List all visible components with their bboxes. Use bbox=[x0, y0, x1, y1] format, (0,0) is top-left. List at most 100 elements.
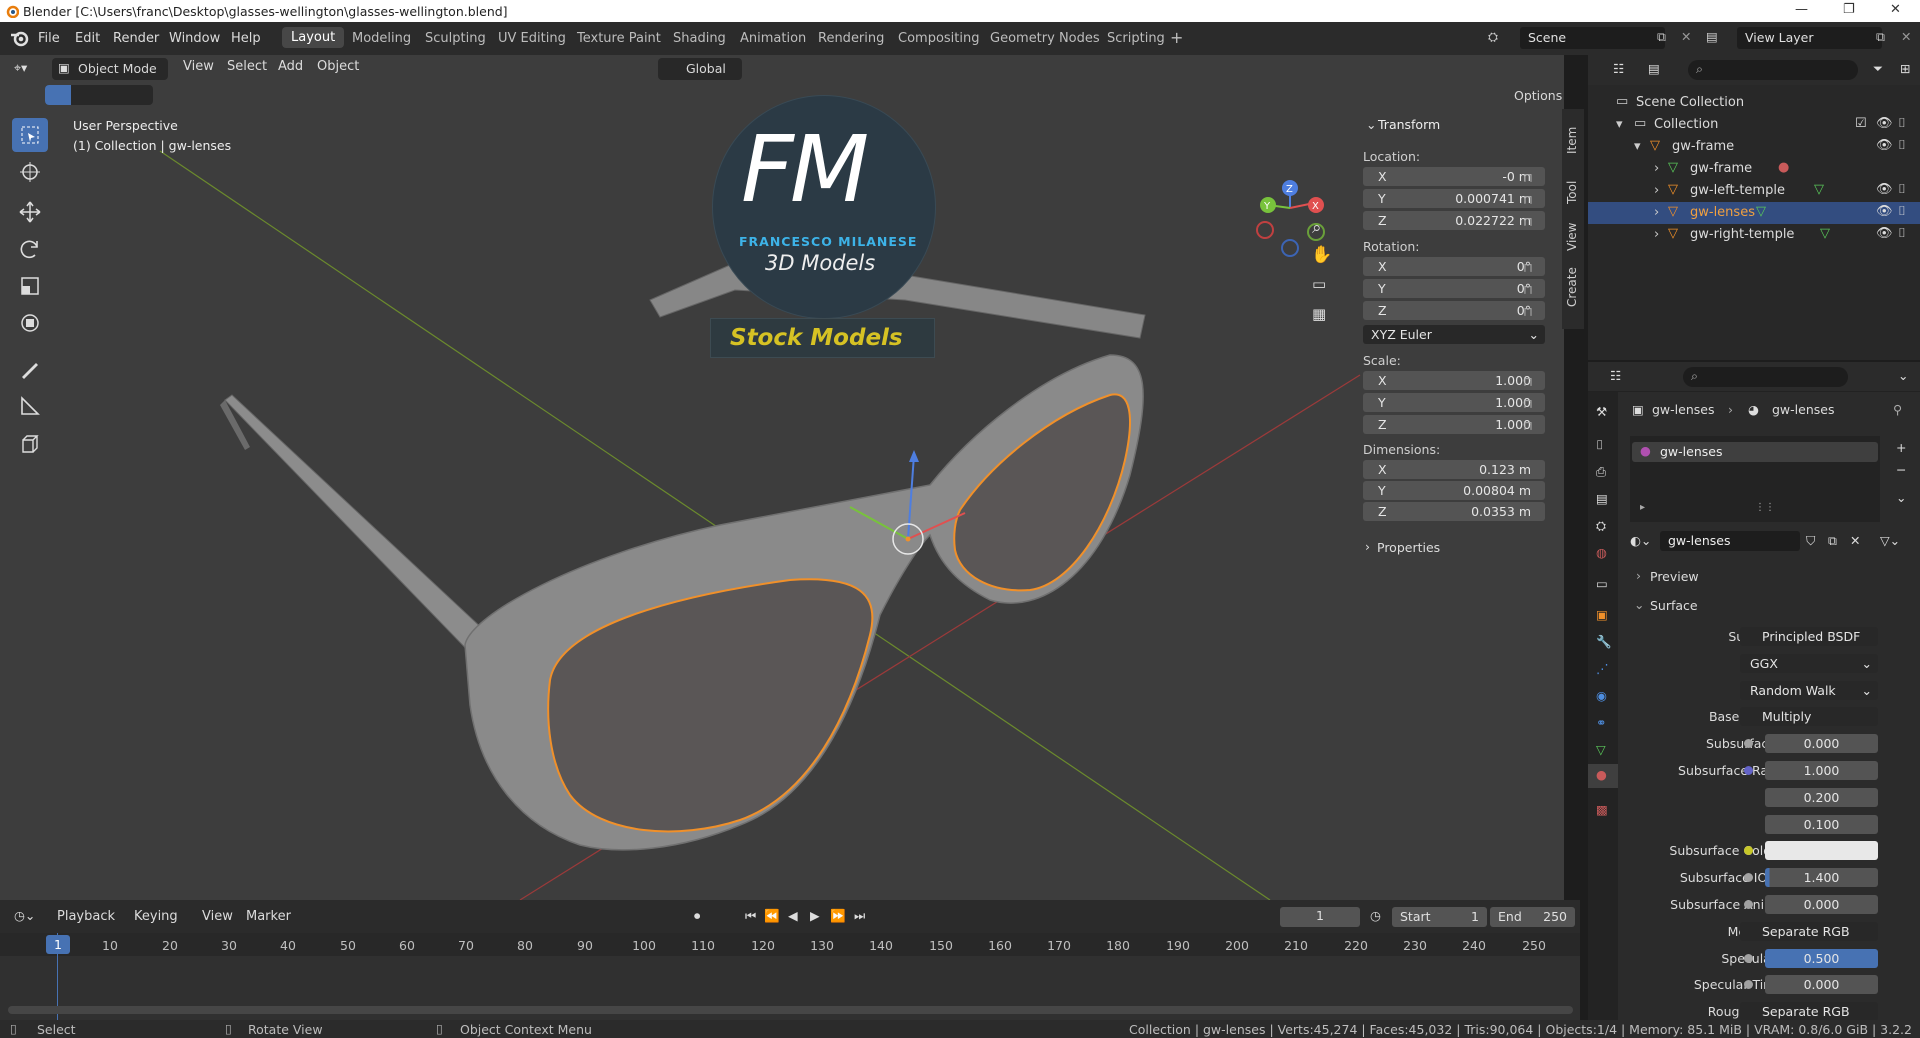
physics-tab-icon[interactable]: ◉ bbox=[1596, 688, 1607, 703]
render-tab-icon[interactable]: ⌷ bbox=[1596, 437, 1604, 453]
menu-window[interactable]: Window bbox=[169, 31, 220, 46]
scale-tool[interactable] bbox=[12, 269, 48, 303]
delete-view-layer-icon[interactable]: ✕ bbox=[1901, 29, 1911, 44]
menu-file[interactable]: File bbox=[38, 31, 60, 46]
outliner-item-gw-lenses[interactable]: › ▽ gw-lenses ▽ 👁 ⌷ bbox=[1588, 202, 1920, 224]
scene-icon[interactable]: ⛭ bbox=[1488, 29, 1498, 45]
menu-edit[interactable]: Edit bbox=[75, 31, 100, 46]
object-tab-icon[interactable]: ▣ bbox=[1596, 607, 1608, 622]
tab-texture-paint[interactable]: Texture Paint bbox=[577, 31, 661, 46]
remove-slot-icon[interactable]: − bbox=[1896, 462, 1906, 477]
eye-icon[interactable]: 👁 bbox=[1876, 182, 1893, 197]
measure-tool[interactable] bbox=[12, 389, 48, 423]
timeline-ruler[interactable]: 1102030405060708090100110120130140150160… bbox=[0, 933, 1580, 956]
lock-icon[interactable]: ⊓ bbox=[1523, 260, 1537, 275]
outliner-type-icon[interactable]: ☷ bbox=[1613, 61, 1624, 76]
tab-geometry-nodes[interactable]: Geometry Nodes bbox=[990, 31, 1100, 46]
menu-timeline-view[interactable]: View bbox=[202, 909, 233, 924]
prop-node-link[interactable]: Multiply bbox=[1740, 707, 1878, 726]
zoom-icon[interactable]: ⌕ bbox=[1312, 218, 1322, 238]
menu-object[interactable]: Object bbox=[317, 59, 359, 74]
tab-compositing[interactable]: Compositing bbox=[898, 31, 980, 46]
jump-end-icon[interactable]: ⏭ bbox=[854, 908, 865, 924]
pin-icon[interactable]: ⚲ bbox=[1893, 402, 1902, 417]
prop-dropdown[interactable]: GGX ⌄ bbox=[1740, 654, 1878, 673]
prop-number-field[interactable]: 0.000 bbox=[1765, 734, 1878, 753]
prop-node-link[interactable]: Separate RGB bbox=[1740, 1002, 1878, 1021]
socket-dot-icon[interactable] bbox=[1744, 980, 1753, 989]
menu-render[interactable]: Render bbox=[113, 31, 159, 46]
slot-menu-icon[interactable]: ⌄ bbox=[1896, 490, 1906, 505]
properties-subpanel[interactable]: Properties bbox=[1377, 540, 1440, 555]
checkbox-icon[interactable]: ☑ bbox=[1855, 116, 1867, 131]
view-layer-tab-icon[interactable]: ▤ bbox=[1596, 491, 1608, 506]
socket-dot-icon[interactable] bbox=[1744, 846, 1753, 855]
lock-icon[interactable]: ⊓ bbox=[1523, 396, 1537, 411]
menu-playback[interactable]: Playback bbox=[57, 909, 115, 924]
material-browse-icon[interactable]: ◐⌄ bbox=[1630, 533, 1651, 548]
rotation-x-field[interactable]: X 0° bbox=[1363, 257, 1545, 276]
rotation-mode-dropdown[interactable]: XYZ Euler ⌄ bbox=[1363, 325, 1545, 344]
prev-keyframe-icon[interactable]: ⏪ bbox=[764, 908, 780, 924]
rotation-y-field[interactable]: Y 0° bbox=[1363, 279, 1545, 298]
outliner-scene-collection[interactable]: ▭ Scene Collection bbox=[1588, 92, 1920, 114]
record-icon[interactable]: ⏺ bbox=[694, 908, 700, 924]
dimension-y-field[interactable]: Y 0.00804 m bbox=[1363, 481, 1545, 500]
filter-icon[interactable]: ⏷ bbox=[1873, 61, 1883, 77]
lock-icon[interactable]: ⊓ bbox=[1523, 214, 1537, 229]
prop-number-field[interactable]: 0.100 bbox=[1765, 815, 1878, 834]
duplicate-material-icon[interactable]: ⧉ bbox=[1828, 533, 1837, 549]
outliner-item-gw-right-temple[interactable]: › ▽ gw-right-temple ▽ 👁 ⌷ bbox=[1588, 224, 1920, 246]
options-chevron-icon[interactable]: ⌄ bbox=[1898, 368, 1908, 383]
material-name-field[interactable]: gw-lenses bbox=[1660, 531, 1800, 551]
properties-search-input[interactable]: ⌕ bbox=[1683, 367, 1848, 387]
scale-x-field[interactable]: X 1.000 bbox=[1363, 371, 1545, 390]
tab-animation[interactable]: Animation bbox=[740, 31, 806, 46]
camera-icon[interactable]: ⌷ bbox=[1898, 226, 1906, 241]
cursor-tool[interactable] bbox=[12, 155, 48, 189]
rotation-z-field[interactable]: Z 0° bbox=[1363, 301, 1545, 320]
prop-dropdown[interactable]: Random Walk ⌄ bbox=[1740, 681, 1878, 700]
unlink-material-icon[interactable]: ✕ bbox=[1850, 533, 1860, 548]
mode-selector[interactable]: ▣ Object Mode bbox=[52, 58, 168, 80]
view-layer-icon[interactable]: ▤ bbox=[1706, 29, 1718, 44]
outliner-item-gw-frame[interactable]: ▾ ▽ gw-frame 👁 ⌷ bbox=[1588, 136, 1920, 158]
lock-icon[interactable]: ⊓ bbox=[1523, 170, 1537, 185]
menu-add[interactable]: Add bbox=[278, 59, 303, 74]
lock-icon[interactable]: ⊓ bbox=[1523, 282, 1537, 297]
preview-panel[interactable]: Preview bbox=[1650, 569, 1699, 584]
tab-view[interactable]: View bbox=[1565, 223, 1579, 251]
prop-node-link[interactable]: Separate RGB bbox=[1740, 922, 1878, 941]
eye-icon[interactable]: 👁 bbox=[1876, 116, 1893, 131]
prop-number-field[interactable]: 0.000 bbox=[1765, 895, 1878, 914]
outliner-search-input[interactable]: ⌕ bbox=[1688, 60, 1858, 80]
tab-uv-editing[interactable]: UV Editing bbox=[498, 31, 566, 46]
play-reverse-icon[interactable]: ◀ bbox=[788, 908, 798, 923]
pan-hand-icon[interactable]: ✋ bbox=[1311, 245, 1332, 265]
material-tab[interactable]: ● bbox=[1588, 764, 1618, 788]
select-box-tool[interactable] bbox=[12, 118, 48, 152]
list-grip-icon[interactable]: ⋮⋮ bbox=[1755, 502, 1775, 513]
collection-tab-icon[interactable]: ▭ bbox=[1596, 576, 1608, 591]
menu-keying[interactable]: Keying bbox=[134, 909, 178, 924]
display-mode-icon[interactable]: ▤ bbox=[1648, 61, 1660, 76]
add-slot-icon[interactable]: + bbox=[1896, 440, 1906, 455]
camera-icon[interactable]: ⌷ bbox=[1898, 204, 1906, 219]
play-icon[interactable]: ▶ bbox=[810, 908, 820, 923]
ortho-grid-icon[interactable]: ▦ bbox=[1312, 305, 1326, 323]
prop-color-swatch[interactable] bbox=[1765, 841, 1878, 860]
camera-icon[interactable]: ⌷ bbox=[1898, 182, 1906, 197]
tab-scripting[interactable]: Scripting bbox=[1107, 31, 1165, 46]
transform-collapse-icon[interactable]: ⌄ bbox=[1366, 117, 1376, 132]
menu-help[interactable]: Help bbox=[231, 31, 261, 46]
playhead-frame[interactable]: 1 bbox=[46, 935, 70, 954]
lock-icon[interactable]: ⊓ bbox=[1523, 418, 1537, 433]
view-layer-field[interactable]: View Layer bbox=[1737, 27, 1882, 49]
prop-number-field[interactable]: 0.500 bbox=[1765, 949, 1878, 968]
outliner-collection[interactable]: ▾ ▭ Collection ☑ 👁 ⌷ bbox=[1588, 114, 1920, 136]
stopwatch-icon[interactable]: ◷ bbox=[1370, 908, 1381, 923]
camera-view-icon[interactable]: ▭ bbox=[1312, 275, 1326, 293]
transform-title[interactable]: Transform bbox=[1378, 117, 1440, 132]
menu-select[interactable]: Select bbox=[227, 59, 267, 74]
dimension-z-field[interactable]: Z 0.0353 m bbox=[1363, 502, 1545, 521]
